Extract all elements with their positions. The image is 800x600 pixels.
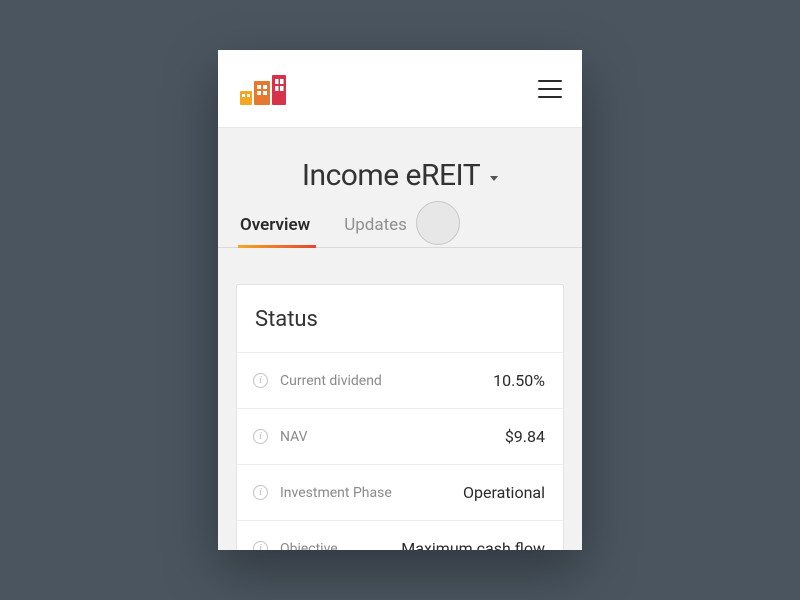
status-card-title: Status	[237, 285, 563, 352]
device-frame: Income eREIT Overview Updates Status i C…	[218, 50, 582, 550]
status-row-objective: i Objective Maximum cash flow	[237, 520, 563, 550]
row-value: 10.50%	[493, 371, 545, 390]
chevron-down-icon	[490, 176, 498, 181]
page-title-dropdown[interactable]: Income eREIT	[218, 128, 582, 215]
row-value: $9.84	[505, 427, 545, 446]
row-label: Investment Phase	[280, 485, 392, 501]
status-row-dividend: i Current dividend 10.50%	[237, 352, 563, 408]
info-icon[interactable]: i	[253, 373, 268, 388]
buildings-logo-icon	[238, 71, 294, 107]
row-label: NAV	[280, 429, 308, 445]
tab-bar: Overview Updates	[218, 215, 582, 248]
app-header	[218, 50, 582, 128]
row-label: Current dividend	[280, 373, 382, 389]
hamburger-menu-icon[interactable]	[538, 80, 562, 98]
row-value: Operational	[463, 483, 545, 502]
tab-updates[interactable]: Updates	[344, 215, 407, 247]
page-title: Income eREIT	[302, 158, 480, 193]
info-icon[interactable]: i	[253, 485, 268, 500]
row-value: Maximum cash flow	[401, 539, 545, 550]
info-icon[interactable]: i	[253, 541, 268, 550]
status-card: Status i Current dividend 10.50% i NAV $…	[236, 284, 564, 550]
status-row-phase: i Investment Phase Operational	[237, 464, 563, 520]
info-icon[interactable]: i	[253, 429, 268, 444]
tab-overview[interactable]: Overview	[240, 215, 310, 247]
status-row-nav: i NAV $9.84	[237, 408, 563, 464]
row-label: Objective	[280, 541, 338, 551]
